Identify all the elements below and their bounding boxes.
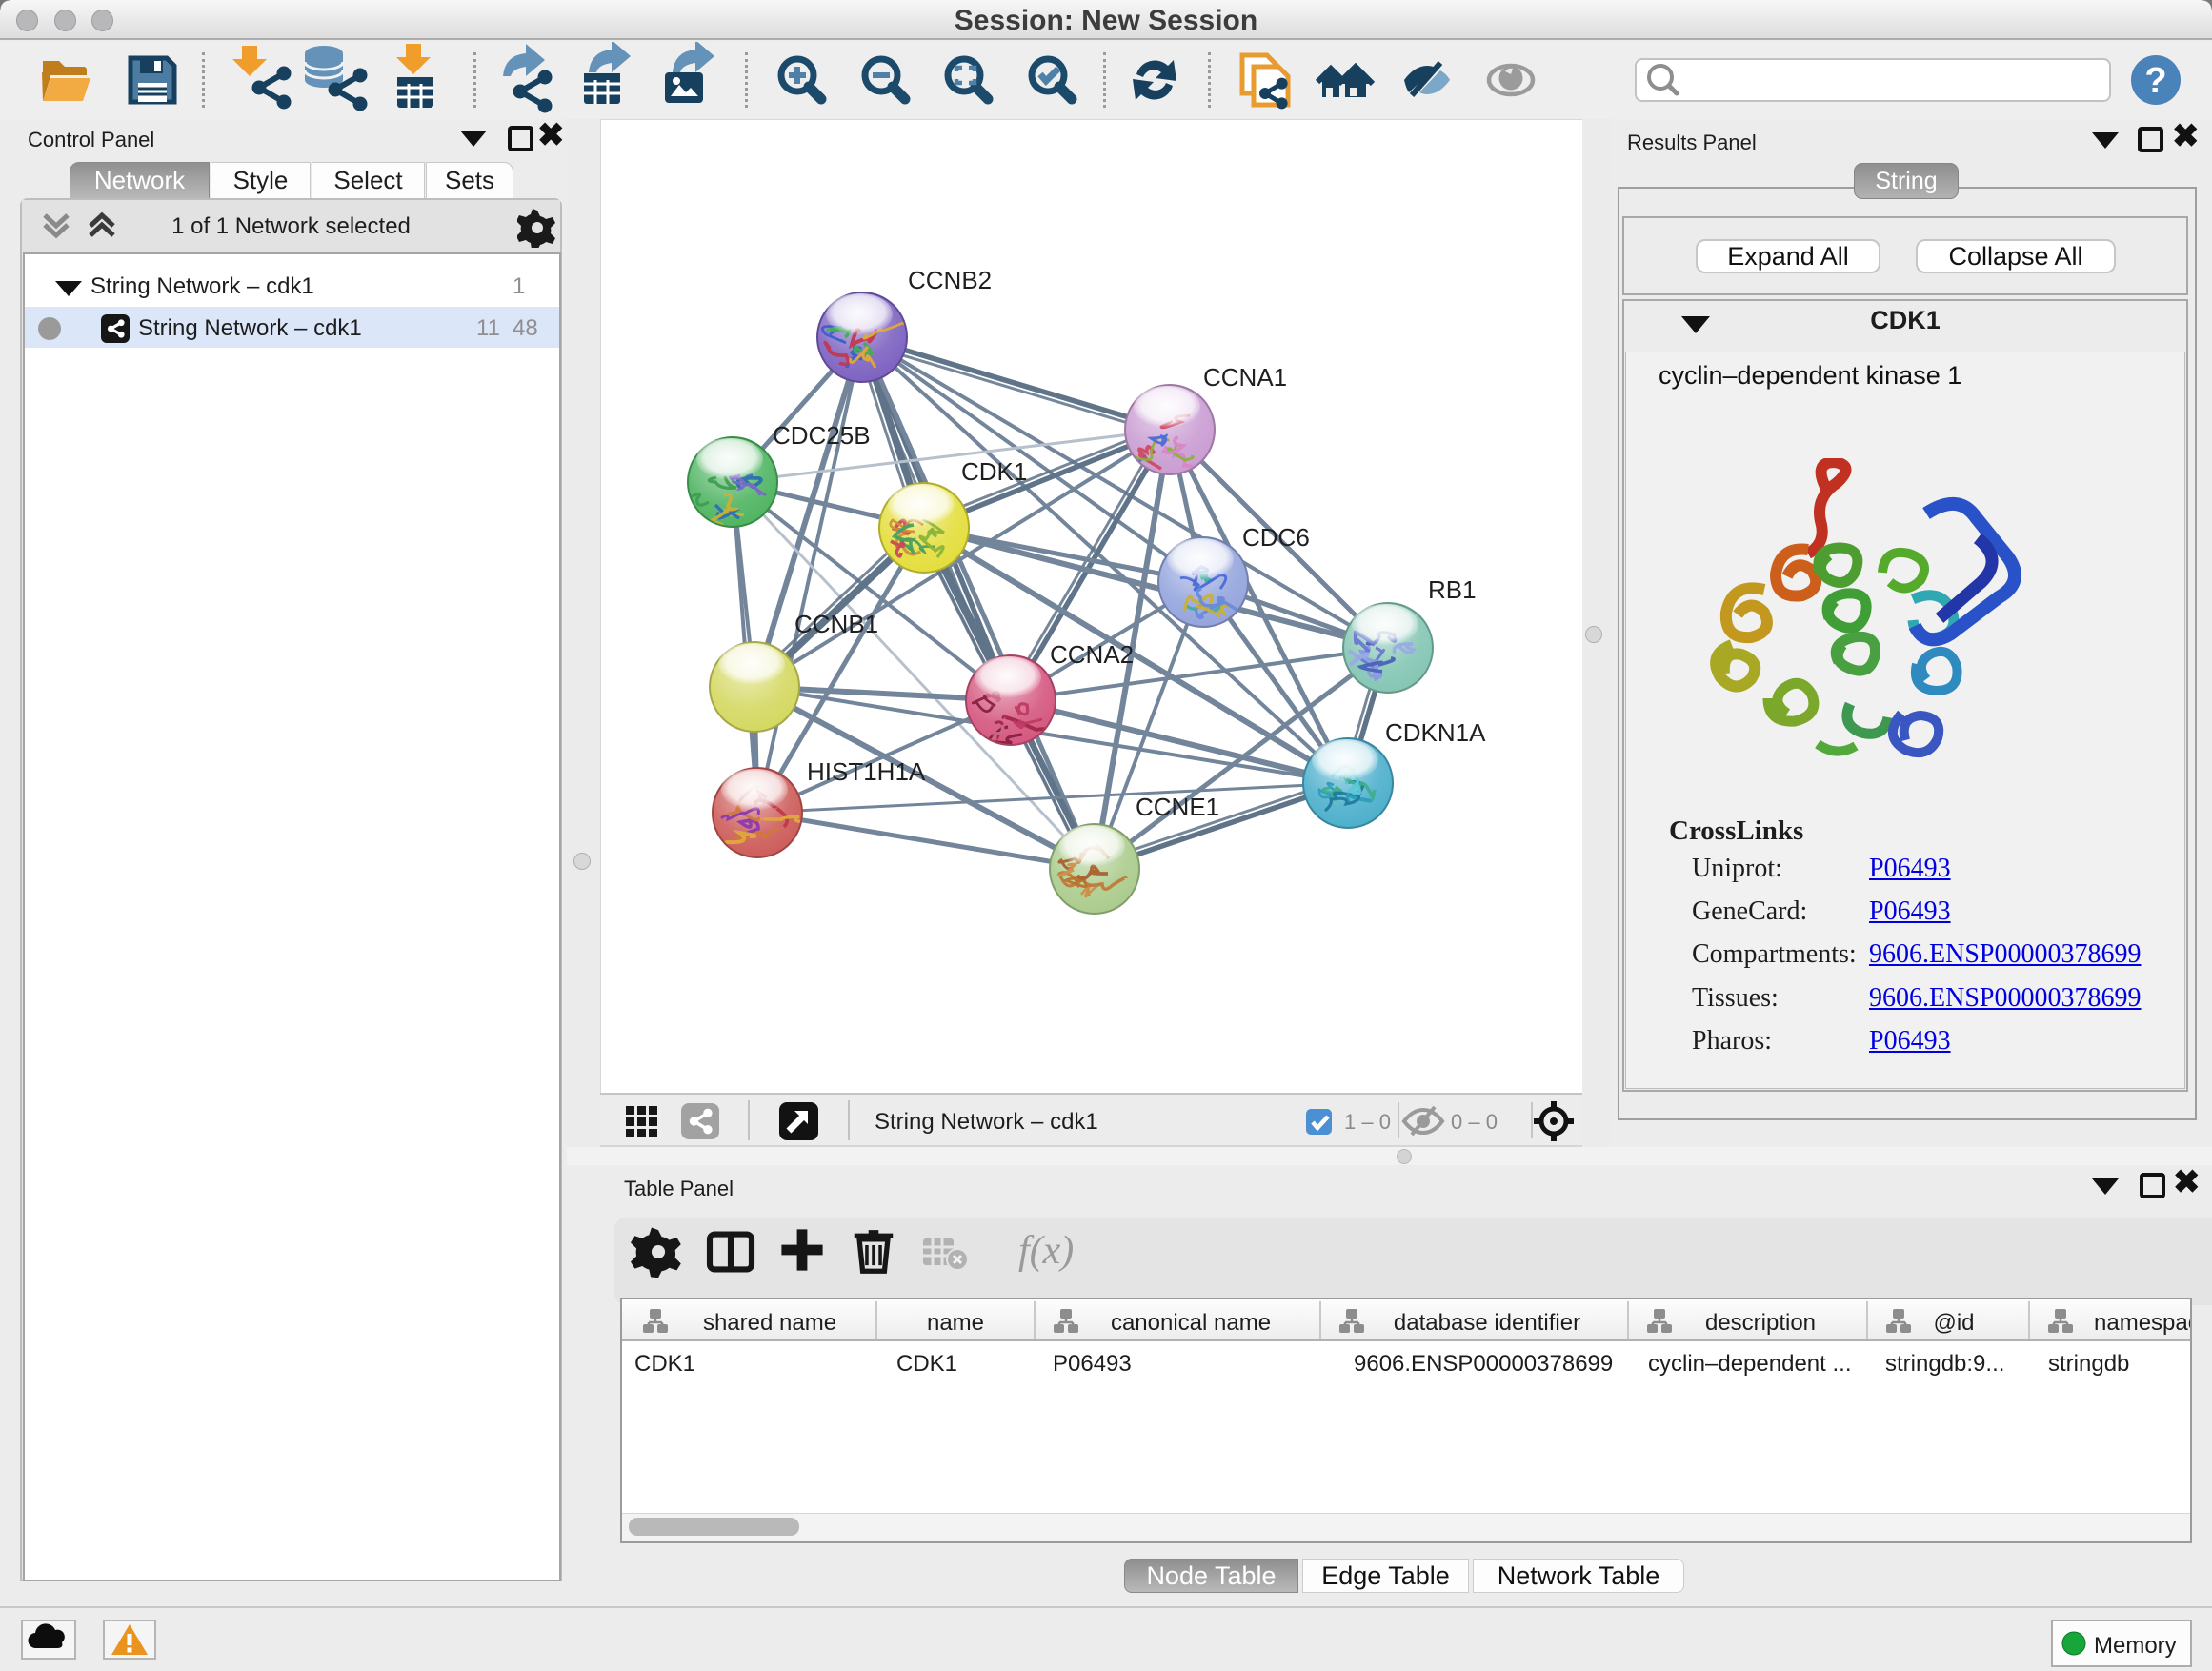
svg-text:String Network – cdk1: String Network – cdk1: [875, 1109, 1098, 1135]
svg-text:namespac: namespac: [2094, 1310, 2190, 1336]
svg-text:CDC25B: CDC25B: [773, 421, 871, 450]
svg-text:f(x): f(x): [1018, 1229, 1074, 1273]
svg-text:CCNB2: CCNB2: [908, 266, 992, 294]
svg-text:1 – 0: 1 – 0: [1344, 1110, 1391, 1134]
svg-text:canonical name: canonical name: [1111, 1310, 1271, 1336]
svg-text:shared name: shared name: [703, 1310, 836, 1336]
svg-text:CDC6: CDC6: [1242, 523, 1310, 552]
svg-text:database identifier: database identifier: [1394, 1310, 1580, 1336]
svg-text:CDK1: CDK1: [961, 457, 1027, 486]
svg-text:RB1: RB1: [1428, 575, 1477, 604]
svg-text:@id: @id: [1933, 1310, 1974, 1336]
svg-text:CCNE1: CCNE1: [1136, 793, 1219, 821]
svg-text:CDKN1A: CDKN1A: [1385, 718, 1486, 747]
svg-text:description: description: [1705, 1310, 1816, 1336]
svg-text:0 – 0: 0 – 0: [1451, 1110, 1498, 1134]
svg-text:CCNB1: CCNB1: [794, 610, 878, 638]
svg-text:name: name: [927, 1310, 984, 1336]
svg-text:CCNA1: CCNA1: [1203, 363, 1287, 392]
svg-text:?: ?: [2144, 61, 2166, 101]
svg-text:HIST1H1A: HIST1H1A: [807, 757, 926, 786]
svg-text:CCNA2: CCNA2: [1050, 640, 1134, 669]
